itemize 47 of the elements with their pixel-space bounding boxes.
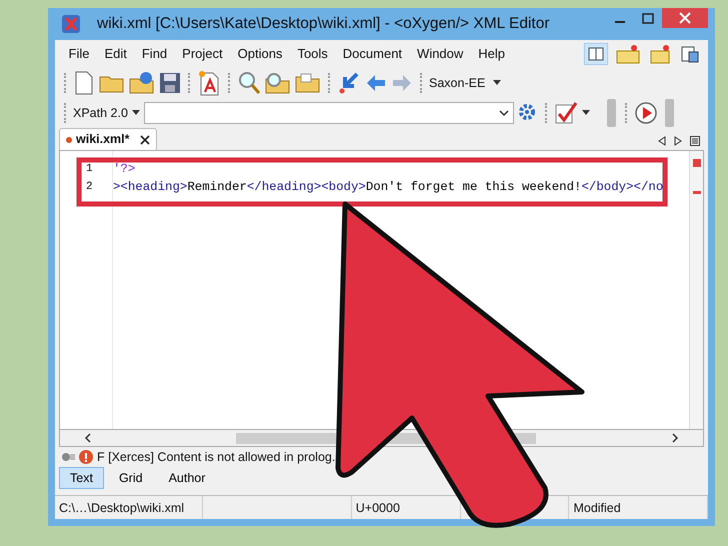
mode-tab[interactable]: Text [59,466,104,490]
run-icon[interactable] [634,101,658,125]
error-icon [79,450,93,464]
search-icon[interactable] [237,71,261,95]
app-logo-icon [61,14,81,34]
xpath-input-field[interactable] [144,102,514,124]
validate-icon[interactable] [554,101,578,125]
menu-item[interactable]: Window [410,44,471,64]
line-number: 2 [85,180,94,195]
line-number: 1 [85,162,94,177]
settings-icon[interactable] [518,103,538,123]
menu-item[interactable]: Help [470,44,513,64]
transformer-dropdown[interactable]: Saxon-EE [429,74,490,92]
menu-item[interactable]: Options [230,44,290,64]
menu-item[interactable]: Project [174,44,230,64]
editor-tab[interactable]: wiki.xml* [59,128,156,150]
layout-icon[interactable] [584,43,608,65]
menu-item[interactable]: Find [134,44,175,64]
code-line: ><heading>Reminder</heading><body>Don't forget me this weekend!</body></no [113,179,664,196]
new-template-icon[interactable] [197,70,221,96]
status-text: C:\…\Desktop\wiki.xml [55,496,204,519]
folder-icon[interactable] [295,71,321,95]
window-title: wiki.xml [C:\Users\Kate\Desktop\wiki.xml] - <oXygen/> XML Editor [97,14,550,34]
chevron-down-icon[interactable] [498,110,509,116]
message-text: F [Xerces] Content is not allowed in prolog. [97,448,336,466]
tab-list-icon[interactable] [690,136,700,146]
close-tab-icon[interactable] [140,134,150,145]
close-icon[interactable] [662,8,708,28]
caret-icon[interactable] [582,110,590,116]
status-text: Modified [569,496,708,519]
previous-tab-icon[interactable] [658,136,666,146]
menu-item[interactable]: File [61,44,97,64]
xpath-version-dropdown[interactable]: XPath 2.0 [73,104,128,122]
save-icon[interactable] [159,71,181,95]
caret-icon[interactable] [132,110,140,116]
menu-item[interactable]: Tools [290,44,336,64]
caret-icon[interactable] [493,80,502,86]
menu-item[interactable]: Document [335,44,410,64]
next-tab-icon[interactable] [674,136,682,146]
menu-item[interactable]: Edit [96,44,134,64]
new-file-icon[interactable] [73,71,95,95]
code-line: '?> [113,161,136,178]
folder-globe-icon[interactable] [129,71,155,95]
mode-tab[interactable]: Author [158,466,216,490]
pin-icon[interactable] [61,452,75,462]
folder-search-icon[interactable] [265,71,291,95]
mode-tab[interactable]: Grid [108,466,154,490]
